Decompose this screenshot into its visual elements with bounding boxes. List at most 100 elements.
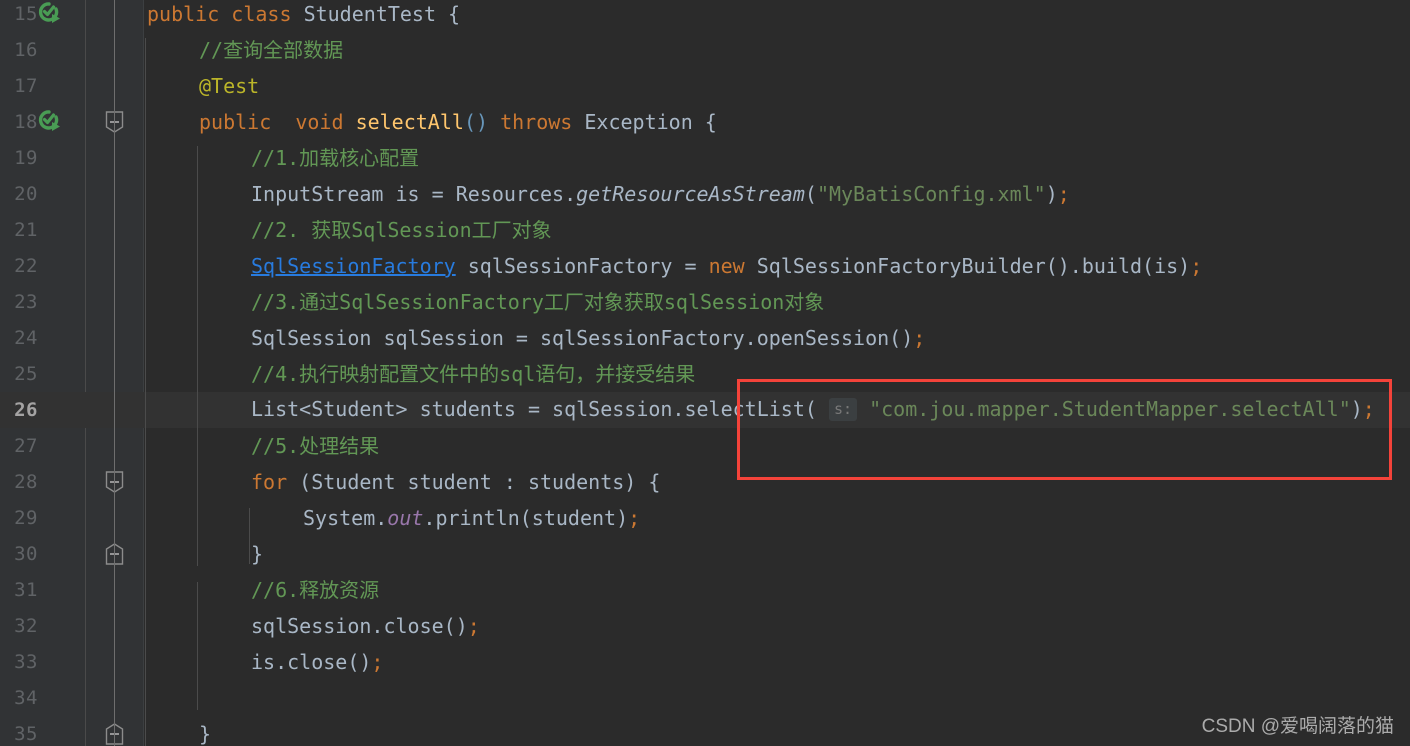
editor-line[interactable]: 23 //3.通过SqlSessionFactory工厂对象获取sqlSessio… <box>0 284 1410 320</box>
code-token: //查询全部数据 <box>199 38 344 62</box>
gutter-cell[interactable]: 23 <box>0 284 85 320</box>
editor-line[interactable]: 20 InputStream is = Resources.getResource… <box>0 176 1410 212</box>
run-test-icon[interactable] <box>36 0 64 28</box>
code-text: //查询全部数据 <box>199 36 343 64</box>
gutter-cell[interactable]: 22 <box>0 248 85 284</box>
code-token: @Test <box>199 74 260 98</box>
line-number: 16 <box>14 39 38 61</box>
code-token: sqlSession.close() <box>251 614 468 638</box>
editor-line[interactable]: 25 //4.执行映射配置文件中的sql语句，并接受结果 <box>0 356 1410 392</box>
editor-line[interactable]: 17 @Test <box>0 68 1410 104</box>
gutter-cell[interactable]: 16 <box>0 32 85 68</box>
code-token: () <box>463 110 489 134</box>
line-number: 27 <box>14 435 38 457</box>
editor-line[interactable]: 35} <box>0 716 1410 746</box>
gutter-cell[interactable]: 25 <box>0 356 85 392</box>
gutter-cell[interactable]: 33 <box>0 644 85 680</box>
editor-line[interactable]: 28 for (Student student : students) { <box>0 464 1410 500</box>
gutter-cell[interactable]: 21 <box>0 212 85 248</box>
code-token: getResourceAsStream <box>576 182 805 206</box>
gutter-cell[interactable]: 17 <box>0 68 85 104</box>
code-token: ( <box>804 182 817 206</box>
indent-guide <box>197 146 198 566</box>
code-token: ; <box>1057 182 1070 206</box>
code-token: ; <box>628 506 641 530</box>
code-text: //6.释放资源 <box>251 576 379 604</box>
code-token: "MyBatisConfig.xml" <box>816 182 1046 206</box>
code-token: .println(student) <box>423 506 629 530</box>
code-token: StudentTest <box>303 2 437 26</box>
editor-line[interactable]: 31 //6.释放资源 <box>0 572 1410 608</box>
line-number: 34 <box>14 687 38 709</box>
gutter-cell[interactable]: 32 <box>0 608 85 644</box>
code-text: System.out.println(student); <box>303 504 640 532</box>
gutter-cell[interactable]: 34 <box>0 680 85 716</box>
code-token: } <box>251 542 264 566</box>
indent-guide <box>197 582 198 710</box>
editor-line[interactable]: 18 public void selectAll() throws Excepti… <box>0 104 1410 140</box>
code-editor-screenshot: 15 public class StudentTest { 16 //查询全部数据 17… <box>0 0 1410 746</box>
code-token: //4.执行映射配置文件中的sql语句，并接受结果 <box>251 362 696 386</box>
code-text: //2. 获取SqlSession工厂对象 <box>251 216 552 244</box>
editor-line[interactable]: 21 //2. 获取SqlSession工厂对象 <box>0 212 1410 248</box>
gutter-cell[interactable]: 29 <box>0 500 85 536</box>
editor-line[interactable]: 29 System.out.println(student); <box>0 500 1410 536</box>
line-number: 31 <box>14 579 38 601</box>
code-text: public class StudentTest { <box>147 0 460 28</box>
gutter-cell[interactable]: 26 <box>0 392 85 428</box>
editor-line[interactable]: 15 public class StudentTest { <box>0 0 1410 32</box>
code-token: SqlSession sqlSession = sqlSessionFactor… <box>251 326 914 350</box>
line-number: 23 <box>14 291 38 313</box>
code-token: public <box>199 110 272 134</box>
editor-line[interactable]: 32 sqlSession.close(); <box>0 608 1410 644</box>
code-token: ; <box>913 326 926 350</box>
editor-line[interactable]: 33 is.close(); <box>0 644 1410 680</box>
editor-line[interactable]: 26 List<Student> students = sqlSession.se… <box>0 392 1410 428</box>
editor-line[interactable]: 27 //5.处理结果 <box>0 428 1410 464</box>
indent-guide <box>249 508 250 564</box>
gutter-cell[interactable]: 35 <box>0 716 85 746</box>
gutter-cell[interactable]: 27 <box>0 428 85 464</box>
code-token: selectAll <box>355 110 464 134</box>
line-number: 25 <box>14 363 38 385</box>
gutter-cell[interactable]: 19 <box>0 140 85 176</box>
code-text: } <box>251 540 263 568</box>
code-token: ; <box>1362 397 1375 421</box>
editor-line[interactable]: 24 SqlSession sqlSession = sqlSessionFact… <box>0 320 1410 356</box>
editor-line[interactable]: 30} <box>0 536 1410 572</box>
code-text: SqlSessionFactory sqlSessionFactory = ne… <box>251 252 1202 280</box>
code-token: } <box>199 722 212 746</box>
line-number: 24 <box>14 327 38 349</box>
run-test-icon[interactable] <box>36 108 64 136</box>
code-text: InputStream is = Resources.getResourceAs… <box>251 180 1070 208</box>
gutter-cell[interactable]: 31 <box>0 572 85 608</box>
code-token: void <box>295 110 344 134</box>
code-text: //3.通过SqlSessionFactory工厂对象获取sqlSession对… <box>251 288 824 316</box>
line-number: 19 <box>14 147 38 169</box>
code-token: ; <box>1190 254 1203 278</box>
code-text: //1.加载核心配置 <box>251 144 419 172</box>
line-number: 22 <box>14 255 38 277</box>
line-number: 29 <box>14 507 38 529</box>
editor-line[interactable]: 22 SqlSessionFactory sqlSessionFactory = … <box>0 248 1410 284</box>
code-token: Exception <box>584 110 693 134</box>
gutter-cell[interactable]: 28 <box>0 464 85 500</box>
editor-line[interactable]: 19 //1.加载核心配置 <box>0 140 1410 176</box>
code-token: { <box>436 2 461 26</box>
gutter-cell[interactable]: 30 <box>0 536 85 572</box>
code-text: sqlSession.close(); <box>251 612 480 640</box>
code-text: @Test <box>199 72 259 100</box>
gutter-cell[interactable]: 24 <box>0 320 85 356</box>
editor-line[interactable]: 16 //查询全部数据 <box>0 32 1410 68</box>
line-number: 28 <box>14 471 38 493</box>
gutter-cell[interactable]: 20 <box>0 176 85 212</box>
editor-line[interactable]: 34 <box>0 680 1410 716</box>
code-text: //4.执行映射配置文件中的sql语句，并接受结果 <box>251 360 695 388</box>
line-number: 33 <box>14 651 38 673</box>
code-text: SqlSession sqlSession = sqlSessionFactor… <box>251 324 925 352</box>
